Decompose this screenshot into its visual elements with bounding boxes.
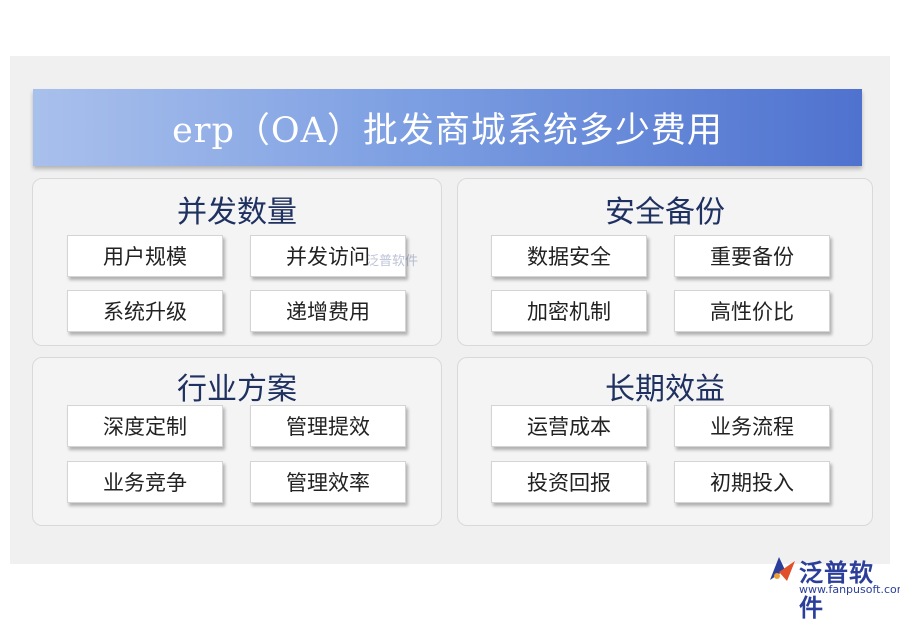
panel-item: 数据安全 xyxy=(491,235,647,277)
panel-item: 管理效率 xyxy=(250,461,406,503)
panel-security-backup: 安全备份 数据安全 重要备份 加密机制 高性价比 xyxy=(457,178,873,346)
panel-item: 业务竞争 xyxy=(67,461,223,503)
brand-url: www.fanpusoft.com xyxy=(799,583,900,596)
panel-item: 运营成本 xyxy=(491,405,647,447)
brand-logo: 泛普软件 www.fanpusoft.com xyxy=(765,552,900,622)
panel-title: 并发数量 xyxy=(177,195,297,230)
panel-item: 递增费用 xyxy=(250,290,406,332)
panel-title: 安全备份 xyxy=(605,195,725,230)
panel-long-term-benefit: 长期效益 运营成本 业务流程 投资回报 初期投入 xyxy=(457,357,873,526)
panel-item: 业务流程 xyxy=(674,405,830,447)
panel-title: 长期效益 xyxy=(605,372,725,407)
watermark: 泛普软件 xyxy=(366,254,419,269)
panel-item: 加密机制 xyxy=(491,290,647,332)
panel-title: 行业方案 xyxy=(177,372,297,407)
panel-item: 管理提效 xyxy=(250,405,406,447)
brand-logo-icon xyxy=(770,557,795,581)
title-banner: erp（OA）批发商城系统多少费用 xyxy=(33,89,862,166)
panel-industry-solution: 行业方案 深度定制 管理提效 业务竞争 管理效率 xyxy=(32,357,442,526)
diagram-title: erp（OA）批发商城系统多少费用 xyxy=(172,111,723,151)
panel-item: 初期投入 xyxy=(674,461,830,503)
panel-item: 深度定制 xyxy=(67,405,223,447)
panel-item: 重要备份 xyxy=(674,235,830,277)
panel-item: 投资回报 xyxy=(491,461,647,503)
panel-item: 用户规模 xyxy=(67,235,223,277)
panel-item: 系统升级 xyxy=(67,290,223,332)
panel-item: 高性价比 xyxy=(674,290,830,332)
